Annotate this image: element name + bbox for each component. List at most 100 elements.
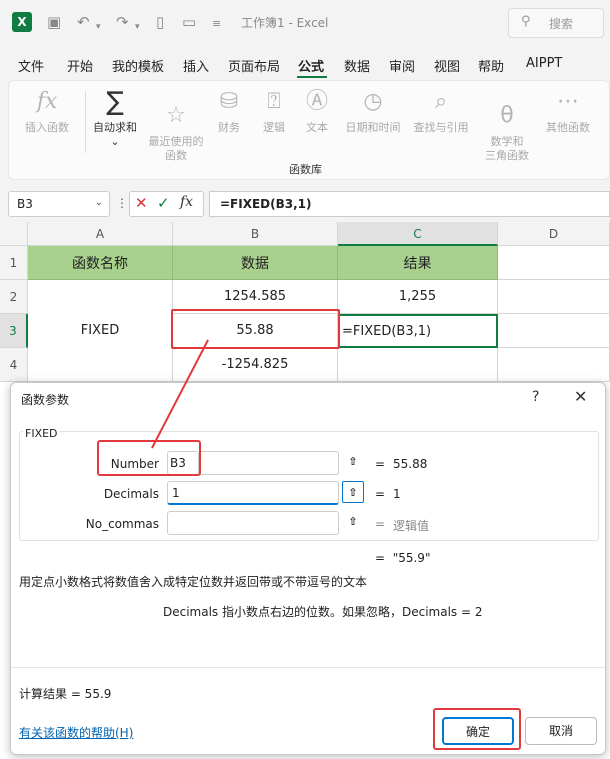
tab-review[interactable]: 审阅 bbox=[389, 56, 415, 75]
column-header-c[interactable]: C bbox=[338, 222, 498, 246]
search-icon: ⚲ bbox=[521, 14, 531, 29]
redo-icon[interactable]: ↷ bbox=[116, 12, 129, 32]
collapse-arrow-icon[interactable]: ⇧ bbox=[342, 511, 364, 533]
decimals-label: Decimals bbox=[103, 487, 159, 501]
enter-icon[interactable]: ✓ bbox=[157, 194, 170, 212]
cell-c2[interactable]: 1,255 bbox=[338, 280, 498, 314]
more-options-icon[interactable]: ⋮ bbox=[116, 196, 128, 210]
column-header-b[interactable]: B bbox=[173, 222, 338, 246]
text-button[interactable]: Ⓐ 文本 bbox=[297, 87, 337, 135]
row-header-4[interactable]: 4 bbox=[0, 348, 28, 382]
clock-icon: ◷ bbox=[363, 89, 383, 114]
highlight-ok-button bbox=[433, 708, 521, 750]
redo-dropdown-icon[interactable]: ▾ bbox=[135, 17, 140, 37]
window-title: 工作簿1 - Excel bbox=[241, 16, 329, 30]
no-commas-input[interactable] bbox=[167, 511, 339, 535]
cell-a2-merged[interactable]: FIXED bbox=[28, 280, 173, 382]
cell-c4[interactable] bbox=[338, 348, 498, 382]
tab-help[interactable]: 帮助 bbox=[478, 56, 504, 75]
cancel-button[interactable]: 取消 bbox=[525, 717, 597, 745]
close-icon[interactable]: ✕ bbox=[574, 387, 587, 406]
no-commas-label: No_commas bbox=[85, 517, 159, 531]
tab-page-layout[interactable]: 页面布局 bbox=[228, 56, 280, 75]
lookup-reference-button[interactable]: ⌕ 查找与引用 bbox=[409, 87, 473, 135]
logical-button[interactable]: ⍰ 逻辑 bbox=[254, 87, 294, 135]
recent-functions-button[interactable]: ☆ 最近使用的 函数 bbox=[141, 87, 211, 163]
cancel-icon[interactable]: ✕ bbox=[135, 194, 148, 212]
search-box[interactable]: ⚲ 搜索 bbox=[508, 8, 604, 38]
collapse-arrow-icon[interactable]: ⇧ bbox=[342, 451, 364, 473]
cell-a1[interactable]: 函数名称 bbox=[28, 246, 173, 280]
cell-c1[interactable]: 结果 bbox=[338, 246, 498, 280]
no-commas-result: 逻辑值 bbox=[393, 519, 430, 533]
open-folder-icon[interactable]: ▭ bbox=[182, 12, 196, 32]
tab-file[interactable]: 文件 bbox=[18, 56, 44, 75]
more-functions-button[interactable]: ⋯ 其他函数 bbox=[541, 87, 595, 135]
fx-icon[interactable]: fx bbox=[180, 194, 193, 210]
more-icon: ⋯ bbox=[557, 89, 579, 114]
tab-data[interactable]: 数据 bbox=[344, 56, 370, 75]
function-description: 用定点小数格式将数值舍入成特定位数并返回带或不带逗号的文本 bbox=[19, 575, 368, 589]
column-header-a[interactable]: A bbox=[28, 222, 173, 246]
tab-aippt[interactable]: AIPPT bbox=[526, 56, 562, 71]
help-link[interactable]: 有关该函数的帮助(H) bbox=[19, 724, 133, 741]
undo-dropdown-icon[interactable]: ▾ bbox=[96, 17, 101, 37]
tab-formulas[interactable]: 公式 bbox=[298, 56, 324, 75]
select-all-corner[interactable] bbox=[0, 222, 28, 246]
function-arguments-dialog: 函数参数 ? ✕ FIXED Number B3 ⇧ = 55.88 Decim… bbox=[10, 382, 606, 755]
more-functions-label: 其他函数 bbox=[546, 121, 590, 134]
decimals-input[interactable]: 1 bbox=[167, 481, 339, 505]
database-icon: ⛁ bbox=[219, 89, 239, 114]
cell-d1[interactable] bbox=[498, 246, 610, 280]
eq-sign: = bbox=[375, 551, 386, 565]
formula-input[interactable]: =FIXED(B3,1) bbox=[209, 191, 610, 217]
save-icon[interactable]: ▣ bbox=[47, 12, 61, 32]
formula-result-eq: = "55.9" bbox=[375, 551, 430, 565]
undo-icon[interactable]: ↶ bbox=[77, 12, 90, 32]
theta-icon: θ bbox=[500, 103, 514, 128]
number-input-rest[interactable] bbox=[199, 451, 339, 475]
row-header-2[interactable]: 2 bbox=[0, 280, 28, 314]
cell-d2[interactable] bbox=[498, 280, 610, 314]
search-placeholder: 搜索 bbox=[549, 17, 574, 31]
math-trig-button[interactable]: θ 数学和 三角函数 bbox=[475, 87, 539, 163]
insert-function-button[interactable]: fx 插入函数 bbox=[19, 87, 75, 135]
name-box[interactable]: B3 ⌄ bbox=[8, 191, 110, 217]
help-icon[interactable]: ? bbox=[532, 389, 539, 405]
group-label: 函数库 bbox=[289, 163, 322, 176]
text-label: 文本 bbox=[306, 121, 328, 134]
customize-icon[interactable]: ≡ bbox=[212, 14, 221, 34]
date-time-button[interactable]: ◷ 日期和时间 bbox=[341, 87, 405, 135]
cell-d3[interactable] bbox=[498, 314, 610, 348]
new-file-icon[interactable]: ▯ bbox=[156, 12, 164, 32]
cell-b4[interactable]: -1254.825 bbox=[173, 348, 338, 382]
autosum-button[interactable]: ∑ 自动求和 ⌄ bbox=[87, 87, 143, 149]
ribbon-tabs: 文件 开始 我的模板 插入 页面布局 公式 数据 审阅 视图 帮助 AIPPT bbox=[0, 50, 610, 78]
tab-insert[interactable]: 插入 bbox=[183, 56, 209, 75]
decimals-eq: = bbox=[375, 487, 386, 501]
number-result: 55.88 bbox=[393, 457, 428, 471]
tab-view[interactable]: 视图 bbox=[434, 56, 460, 75]
row-header-1[interactable]: 1 bbox=[0, 246, 28, 280]
calculation-result: 计算结果 = 55.9 bbox=[19, 687, 112, 701]
financial-button[interactable]: ⛁ 财务 bbox=[209, 87, 249, 135]
cell-d4[interactable] bbox=[498, 348, 610, 382]
title-bar: X ▣ ↶ ▾ ↷ ▾ ▯ ▭ ≡ 工作簿1 - Excel ⚲ 搜索 bbox=[0, 0, 610, 46]
row-header-3[interactable]: 3 bbox=[0, 314, 28, 348]
chevron-down-icon: ⌄ bbox=[94, 197, 103, 208]
active-tab-indicator bbox=[297, 76, 327, 78]
cell-b1[interactable]: 数据 bbox=[173, 246, 338, 280]
excel-logo: X bbox=[12, 12, 32, 32]
highlight-cell-b3 bbox=[171, 309, 340, 349]
collapse-arrow-icon[interactable]: ⇧ bbox=[342, 481, 364, 503]
cell-c3[interactable]: =FIXED(B3,1) bbox=[338, 314, 498, 348]
text-icon: Ⓐ bbox=[305, 89, 328, 114]
tab-home[interactable]: 开始 bbox=[67, 56, 93, 75]
formula-result-value: "55.9" bbox=[392, 551, 431, 565]
question-icon: ⍰ bbox=[267, 89, 281, 114]
financial-label: 财务 bbox=[218, 121, 240, 134]
no-commas-eq: = bbox=[375, 517, 386, 531]
tab-templates[interactable]: 我的模板 bbox=[112, 56, 164, 75]
column-header-d[interactable]: D bbox=[498, 222, 610, 246]
autosum-label: 自动求和 bbox=[93, 121, 137, 134]
